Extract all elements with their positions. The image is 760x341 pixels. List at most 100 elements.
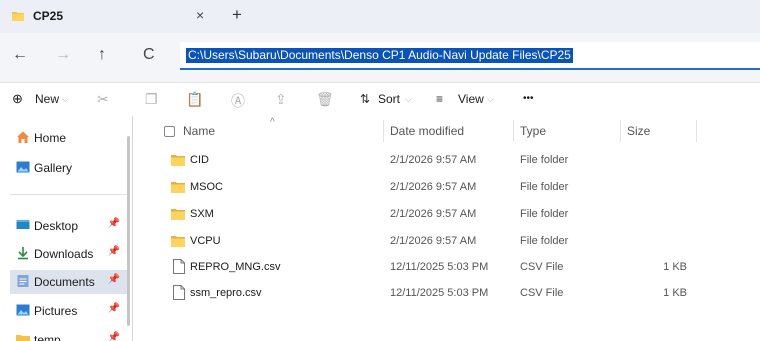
pin-icon[interactable]: 📌 — [108, 274, 120, 285]
tab-strip: CP25 × + — [0, 0, 760, 33]
view-icon: ≡ — [436, 92, 444, 106]
file-name[interactable]: MSOC — [190, 181, 223, 193]
address-bar[interactable]: C:\Users\Subaru\Documents\Denso CP1 Audi… — [180, 42, 760, 70]
pin-icon[interactable]: 📌 — [108, 303, 120, 314]
column-divider[interactable] — [383, 120, 384, 142]
file-name[interactable]: REPRO_MNG.csv — [190, 261, 280, 273]
sidebar-item-pictures[interactable]: Pictures 📌 — [10, 299, 128, 323]
file-size: 1 KB — [663, 261, 687, 273]
file-size: 1 KB — [663, 287, 687, 299]
table-row[interactable]: SXM 2/1/2026 9:57 AM File folder — [133, 202, 760, 228]
sort-button[interactable]: Sort — [378, 92, 400, 106]
new-tab-button[interactable]: + — [232, 5, 242, 25]
column-header-size[interactable]: Size — [627, 124, 650, 138]
file-date: 2/1/2026 9:57 AM — [390, 235, 477, 247]
file-list: ^ Name Date modified Type Size CID 2/1/20… — [133, 116, 760, 341]
file-date: 12/11/2025 5:03 PM — [390, 287, 489, 299]
home-icon — [17, 131, 29, 143]
column-divider[interactable] — [696, 120, 697, 142]
folder-icon — [171, 236, 185, 247]
chevron-down-icon: ⌵ — [405, 94, 412, 104]
sort-caret-icon: ^ — [270, 117, 275, 128]
file-date: 2/1/2026 9:57 AM — [390, 208, 477, 220]
sidebar-scrollbar[interactable] — [127, 136, 130, 326]
sidebar-item-label: Gallery — [34, 161, 73, 175]
forward-button[interactable]: → — [55, 46, 71, 64]
desktop-icon — [16, 220, 30, 229]
tab-cp25[interactable]: CP25 × — [0, 0, 220, 33]
sidebar-item-label: Downloads — [34, 247, 94, 261]
rename-icon[interactable]: Ⓐ — [231, 91, 247, 109]
sidebar-item-temp[interactable]: temp 📌 — [10, 328, 128, 341]
column-header-date[interactable]: Date modified — [390, 124, 464, 138]
folder-icon — [171, 209, 185, 220]
file-type: CSV File — [520, 261, 564, 273]
chevron-down-icon: ⌵ — [62, 94, 69, 104]
file-type: CSV File — [520, 287, 564, 299]
column-divider[interactable] — [620, 120, 621, 142]
file-type: File folder — [520, 154, 569, 166]
sort-icon: ⇅ — [360, 92, 371, 106]
table-row[interactable]: MSOC 2/1/2026 9:57 AM File folder — [133, 175, 760, 201]
sidebar-item-label: Home — [34, 131, 67, 145]
sidebar-item-label: Pictures — [34, 304, 78, 318]
sidebar-item-documents[interactable]: Documents 📌 — [10, 270, 128, 294]
pin-icon[interactable]: 📌 — [108, 218, 120, 229]
folder-icon — [171, 155, 185, 166]
file-type: File folder — [520, 208, 569, 220]
folder-icon — [12, 12, 24, 21]
file-type: File folder — [520, 235, 569, 247]
folder-icon — [171, 182, 185, 193]
file-date: 12/11/2025 5:03 PM — [390, 261, 489, 273]
file-name[interactable]: SXM — [190, 208, 214, 220]
close-tab-button[interactable]: × — [196, 7, 204, 23]
copy-icon[interactable]: ❐ — [145, 91, 161, 107]
table-row[interactable]: REPRO_MNG.csv 12/11/2025 5:03 PM CSV File 1… — [133, 255, 760, 281]
sidebar-item-downloads[interactable]: Downloads 📌 — [10, 242, 128, 266]
pin-icon[interactable]: 📌 — [108, 246, 120, 257]
address-path[interactable]: C:\Users\Subaru\Documents\Denso CP1 Audi… — [186, 48, 573, 63]
file-name[interactable]: CID — [190, 154, 209, 166]
column-divider[interactable] — [513, 120, 514, 142]
select-all-checkbox[interactable] — [164, 126, 175, 137]
sidebar-item-home[interactable]: Home — [10, 126, 128, 150]
file-date: 2/1/2026 9:57 AM — [390, 181, 477, 193]
up-button[interactable]: ↑ — [98, 46, 106, 64]
sidebar-item-label: Desktop — [34, 219, 79, 233]
column-header-name[interactable]: Name — [183, 124, 215, 138]
pin-icon[interactable]: 📌 — [108, 332, 120, 341]
delete-icon[interactable]: 🗑 — [316, 91, 334, 107]
more-options-button[interactable]: ••• — [523, 93, 534, 104]
sidebar-item-label: Documents — [34, 275, 95, 289]
file-type: File folder — [520, 181, 569, 193]
paste-icon[interactable]: 📋 — [186, 91, 203, 107]
cut-icon[interactable]: ✂ — [97, 91, 113, 107]
refresh-button[interactable]: C — [143, 46, 155, 64]
documents-icon — [17, 275, 29, 287]
back-button[interactable]: ← — [12, 46, 28, 64]
table-row[interactable]: CID 2/1/2026 9:57 AM File folder — [133, 148, 760, 174]
address-row: ← → ↑ C C:\Users\Subaru\Documents\Denso … — [0, 33, 760, 83]
gallery-icon — [16, 161, 30, 173]
tab-title: CP25 — [33, 9, 64, 23]
plus-circle-icon: ⊕ — [12, 91, 23, 106]
share-icon[interactable]: ⇪ — [275, 91, 291, 107]
sidebar-item-label: temp — [34, 333, 61, 341]
table-row[interactable]: ssm_repro.csv 12/11/2025 5:03 PM CSV File 1… — [133, 281, 760, 307]
file-name[interactable]: VCPU — [190, 235, 221, 247]
sidebar-item-desktop[interactable]: Desktop 📌 — [10, 214, 128, 238]
pictures-icon — [16, 304, 30, 316]
view-button[interactable]: View — [458, 92, 484, 106]
file-name[interactable]: ssm_repro.csv — [190, 287, 262, 299]
divider — [10, 194, 128, 195]
sidebar-item-gallery[interactable]: Gallery — [10, 156, 128, 180]
download-icon — [18, 247, 28, 260]
navigation-pane: Home Gallery Desktop 📌 Downloads 📌 Docum… — [0, 116, 132, 341]
file-date: 2/1/2026 9:57 AM — [390, 154, 477, 166]
new-button[interactable]: New — [35, 92, 59, 106]
chevron-down-icon: ⌵ — [487, 94, 494, 104]
column-header-type[interactable]: Type — [520, 124, 546, 138]
file-icon — [173, 285, 185, 300]
command-bar: ⊕ New ⌵ ✂ ❐ 📋 Ⓐ ⇪ 🗑 ⇅ Sort ⌵ ≡ View ⌵ ••… — [0, 84, 760, 116]
table-row[interactable]: VCPU 2/1/2026 9:57 AM File folder — [133, 229, 760, 255]
